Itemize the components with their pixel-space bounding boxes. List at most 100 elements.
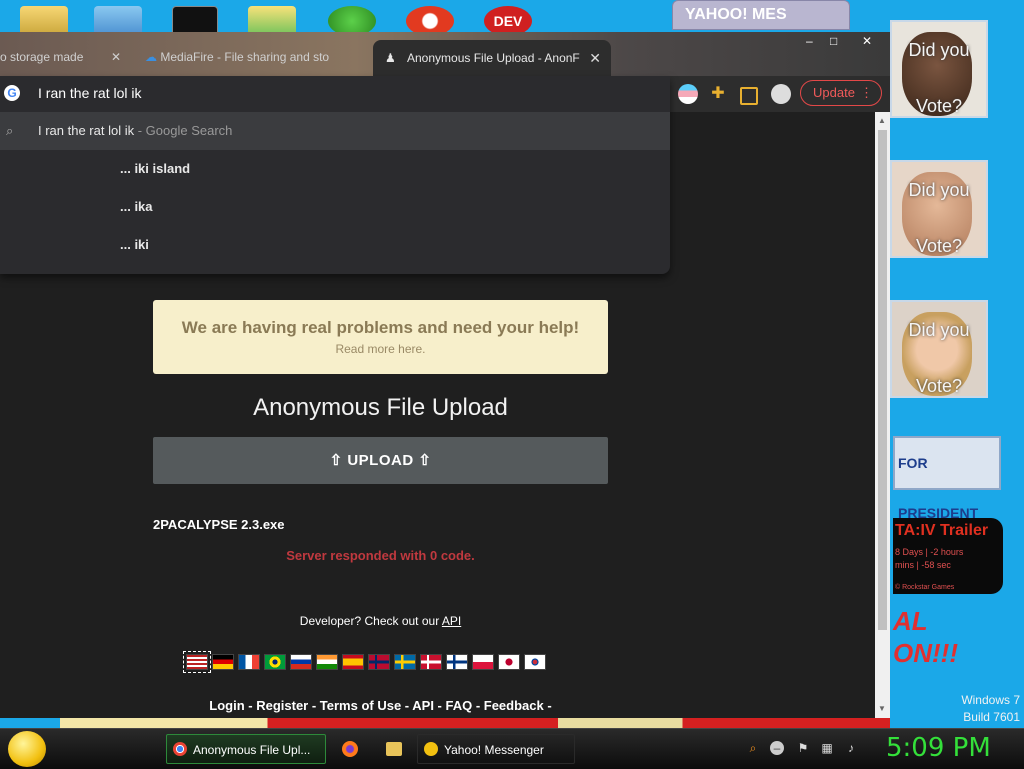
flag-fi-icon[interactable] bbox=[446, 654, 468, 670]
footer-links[interactable]: Login - Register - Terms of Use - API - … bbox=[153, 698, 608, 713]
poster-line2: Vote? bbox=[915, 236, 963, 256]
gta-line1: 8 Days | -2 hours bbox=[895, 547, 964, 557]
poster-line1: Did you bbox=[908, 320, 970, 340]
google-icon: G bbox=[4, 85, 20, 101]
vote-poster-2: Did you Vote? bbox=[890, 160, 988, 258]
suggestion-search[interactable]: ⌕ I ran the rat lol ik - Google Search bbox=[0, 112, 670, 150]
firefox-icon bbox=[342, 741, 358, 757]
windows-version-watermark: Windows 7 Build 7601 bbox=[961, 692, 1020, 726]
close-window-icon[interactable]: ✕ bbox=[862, 34, 872, 48]
flag-kr-icon[interactable] bbox=[524, 654, 546, 670]
yahoo-window-titlebar[interactable]: YAHOO! MES bbox=[672, 0, 850, 30]
taskbar-label: Anonymous File Upl... bbox=[193, 743, 311, 757]
menu-dots-icon[interactable]: ⋮ bbox=[860, 81, 873, 105]
update-label: Update bbox=[813, 85, 855, 100]
suggestion-text: ... iki bbox=[120, 237, 149, 252]
yahoo-smiley-icon bbox=[424, 742, 438, 756]
update-button[interactable]: Update ⋮ bbox=[800, 80, 882, 106]
windows-build: Build 7601 bbox=[963, 710, 1020, 724]
windows-version: Windows 7 bbox=[961, 693, 1020, 707]
scroll-down-arrow-icon[interactable]: ▼ bbox=[878, 704, 886, 713]
flag-dk-icon[interactable] bbox=[420, 654, 442, 670]
profile-icon[interactable] bbox=[771, 84, 791, 104]
upload-arrow-icon: ⇧ bbox=[418, 452, 432, 469]
taskbar-explorer[interactable] bbox=[374, 734, 414, 764]
tab-mediafire[interactable]: ☁ MediaFire - File sharing and sto bbox=[145, 42, 355, 72]
puzzle-icon[interactable]: ✚ bbox=[708, 84, 728, 104]
suggestion-suffix: - Google Search bbox=[134, 123, 233, 138]
start-button[interactable] bbox=[8, 731, 46, 767]
vote-poster-1: Did you Vote? bbox=[890, 20, 988, 118]
read-more-link[interactable]: Read more here. bbox=[153, 342, 608, 356]
suggestion-text: ... ika bbox=[120, 199, 153, 214]
taskbar-yahoo-messenger[interactable]: Yahoo! Messenger bbox=[417, 734, 575, 764]
flag-se-icon[interactable] bbox=[394, 654, 416, 670]
gta-credit: © Rockstar Games bbox=[895, 584, 955, 591]
suggestion-text: ... iki island bbox=[120, 161, 191, 176]
omnibox-input[interactable]: I ran the rat lol ik bbox=[38, 85, 142, 101]
mediafire-icon: ☁ bbox=[145, 50, 157, 64]
suggestion-text: I ran the rat lol ik bbox=[38, 123, 135, 138]
flag-us-icon[interactable] bbox=[183, 651, 211, 673]
search-icon[interactable]: ⌕ bbox=[746, 741, 760, 755]
taskbar-clock[interactable]: 5:09 PM bbox=[886, 733, 991, 763]
messenger-status-icon[interactable]: – bbox=[770, 741, 784, 755]
gta-trailer-widget[interactable]: TA:IV Trailer 8 Days | -2 hours mins | -… bbox=[893, 518, 1003, 594]
suggestion-item[interactable]: ... iki island bbox=[0, 150, 670, 188]
close-icon[interactable]: ✕ bbox=[589, 40, 601, 76]
tab-label: o storage made bbox=[0, 50, 84, 64]
tab-storage[interactable]: o storage made ✕ bbox=[0, 42, 125, 72]
flag-br-icon[interactable] bbox=[264, 654, 286, 670]
flag-de-icon[interactable] bbox=[212, 654, 234, 670]
vote-poster-3: Did you Vote? bbox=[890, 300, 988, 398]
suggestion-item[interactable]: ... iki bbox=[0, 226, 670, 264]
gta-line2: mins | -58 sec bbox=[895, 560, 951, 570]
maximize-icon[interactable]: □ bbox=[830, 34, 837, 48]
scrollbar-thumb[interactable] bbox=[878, 130, 887, 630]
flag-pl-icon[interactable] bbox=[472, 654, 494, 670]
red-decoration-text: AL ON!!! bbox=[893, 606, 958, 668]
network-icon[interactable]: ▦ bbox=[820, 741, 834, 755]
omnibox[interactable]: G I ran the rat lol ik bbox=[0, 76, 670, 110]
taskbar-chrome[interactable]: Anonymous File Upl... bbox=[166, 734, 326, 764]
developer-line: Developer? Check out our API bbox=[153, 614, 608, 628]
flag-fr-icon[interactable] bbox=[238, 654, 260, 670]
tab-anonfiles[interactable]: ♟ Anonymous File Upload - AnonF ✕ bbox=[373, 40, 611, 76]
upload-error-message: Server responded with 0 code. bbox=[286, 548, 475, 563]
flag-in-icon[interactable] bbox=[316, 654, 338, 670]
volume-icon[interactable]: ♪ bbox=[844, 741, 858, 755]
tab-label: MediaFire - File sharing and sto bbox=[160, 50, 330, 64]
extension-flag-icon[interactable] bbox=[678, 84, 698, 104]
omnibox-dropdown: G I ran the rat lol ik ⌕ I ran the rat l… bbox=[0, 76, 670, 274]
api-link[interactable]: API bbox=[442, 614, 461, 628]
upload-arrow-icon: ⇧ bbox=[329, 452, 343, 469]
flag-jp-icon[interactable] bbox=[498, 654, 520, 670]
scroll-up-arrow-icon[interactable]: ▲ bbox=[878, 116, 886, 125]
poster-line1: Did you bbox=[908, 180, 970, 200]
close-icon[interactable]: ✕ bbox=[111, 42, 121, 72]
upload-button[interactable]: ⇧ UPLOAD ⇧ bbox=[153, 437, 608, 484]
taskbar-firefox[interactable] bbox=[330, 734, 370, 764]
page-scrollbar[interactable]: ▲ ▼ bbox=[875, 112, 890, 718]
chrome-icon bbox=[173, 742, 187, 756]
flag-es-icon[interactable] bbox=[342, 654, 364, 670]
language-flags bbox=[183, 651, 546, 674]
yahoo-window-title: YAHOO! MES bbox=[685, 6, 787, 23]
action-center-icon[interactable]: ⚑ bbox=[796, 741, 810, 755]
tab-bar: o storage made ✕ ☁ MediaFire - File shar… bbox=[0, 32, 890, 76]
minimize-icon[interactable]: – bbox=[806, 34, 813, 48]
taskbar: Anonymous File Upl... Yahoo! Messenger ⌕… bbox=[0, 728, 1024, 769]
suggestion-item[interactable]: ... ika bbox=[0, 188, 670, 226]
president-banner: FOR PRESIDENT bbox=[893, 436, 1001, 521]
upload-label: UPLOAD bbox=[347, 452, 414, 469]
flag-ru-icon[interactable] bbox=[290, 654, 312, 670]
sidebar-icon[interactable] bbox=[740, 87, 758, 105]
folder-icon bbox=[386, 742, 402, 756]
developer-text: Developer? Check out our bbox=[299, 614, 442, 628]
browser-window: o storage made ✕ ☁ MediaFire - File shar… bbox=[0, 32, 890, 718]
gta-title: TA:IV Trailer bbox=[895, 522, 989, 539]
poster-line2: Vote? bbox=[915, 376, 963, 396]
flag-no-icon[interactable] bbox=[368, 654, 390, 670]
uploaded-filename: 2PACALYPSE 2.3.exe bbox=[153, 517, 285, 532]
donation-banner[interactable]: We are having real problems and need you… bbox=[153, 300, 608, 374]
